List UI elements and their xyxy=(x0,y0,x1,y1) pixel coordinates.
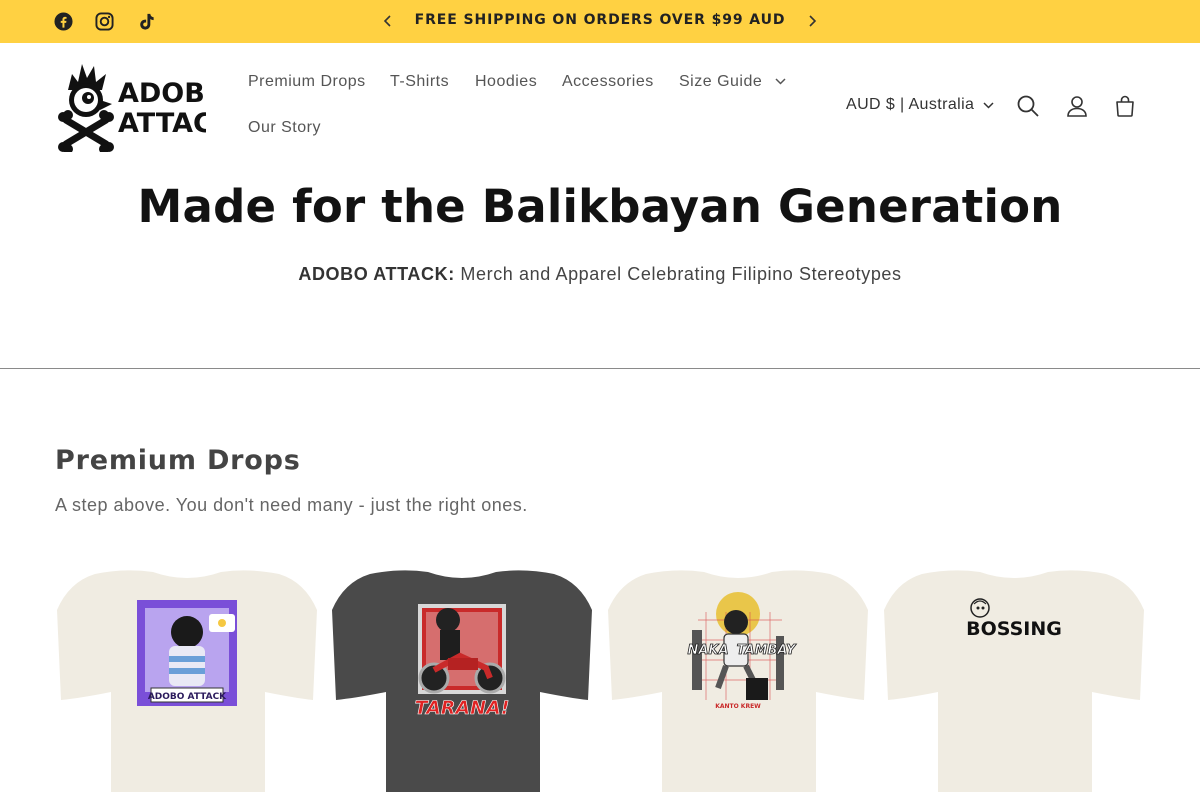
currency-country-selector[interactable]: AUD $ | Australia xyxy=(846,96,994,114)
logo[interactable]: ADOBO ATTACK xyxy=(56,60,235,154)
account-icon[interactable] xyxy=(1063,92,1091,120)
product-card[interactable]: NAKA TAMBAY KANTO KREW xyxy=(606,560,870,800)
section-description: A step above. You don't need many - just… xyxy=(55,495,528,515)
facebook-icon[interactable] xyxy=(52,10,74,32)
locale-label: AUD $ | Australia xyxy=(846,96,975,113)
nav-our-story[interactable]: Our Story xyxy=(248,119,321,137)
announcement-next-button[interactable] xyxy=(802,11,822,31)
tiktok-icon[interactable] xyxy=(135,10,157,32)
nav-size-guide-label: Size Guide xyxy=(679,73,763,90)
product-card[interactable]: TARANA! xyxy=(330,560,594,800)
product-graphic-text: TARANA! xyxy=(415,697,510,719)
search-icon[interactable] xyxy=(1014,92,1042,120)
section-title: Premium Drops xyxy=(55,445,301,476)
nav-size-guide[interactable]: Size Guide xyxy=(679,73,786,91)
product-graphic-text: ADOBO ATTACK xyxy=(148,692,227,702)
product-graphic-text-right: TAMBAY xyxy=(737,643,797,658)
product-graphic-text-left: NAKA xyxy=(687,643,728,658)
announcement-text: FREE SHIPPING ON ORDERS OVER $99 AUD xyxy=(414,12,786,28)
product-image: BOSSING xyxy=(884,570,1144,792)
hero-tagline: Merch and Apparel Celebrating Filipino S… xyxy=(460,264,902,284)
product-image: NAKA TAMBAY KANTO KREW xyxy=(608,570,868,792)
hero-brand: ADOBO ATTACK: xyxy=(298,264,455,284)
chevron-down-icon xyxy=(775,78,786,85)
chevron-down-icon xyxy=(983,101,994,109)
nav-accessories[interactable]: Accessories xyxy=(562,73,654,91)
hero-subtitle: ADOBO ATTACK: Merch and Apparel Celebrat… xyxy=(0,264,1200,285)
chevron-left-icon xyxy=(383,15,391,27)
cart-icon[interactable] xyxy=(1111,92,1139,120)
nav-t-shirts[interactable]: T-Shirts xyxy=(390,73,449,91)
nav-hoodies[interactable]: Hoodies xyxy=(475,73,537,91)
logo-text-line1: ADOBO xyxy=(118,78,206,109)
hero-title: Made for the Balikbayan Generation xyxy=(137,180,1063,233)
chevron-right-icon xyxy=(809,15,817,27)
product-graphic-caption: KANTO KREW xyxy=(715,703,761,710)
product-card[interactable]: BOSSING xyxy=(882,560,1146,800)
instagram-icon[interactable] xyxy=(93,10,115,32)
product-card[interactable]: ADOBO ATTACK xyxy=(55,560,319,800)
announcement-bar: FREE SHIPPING ON ORDERS OVER $99 AUD xyxy=(0,0,1200,43)
nav-premium-drops[interactable]: Premium Drops xyxy=(248,73,366,91)
section-divider xyxy=(0,368,1200,369)
product-image: ADOBO ATTACK xyxy=(57,570,317,792)
product-image: TARANA! xyxy=(332,570,592,792)
product-graphic-text: BOSSING xyxy=(966,618,1062,640)
logo-text-line2: ATTACK xyxy=(118,108,206,139)
announcement-prev-button[interactable] xyxy=(378,11,398,31)
